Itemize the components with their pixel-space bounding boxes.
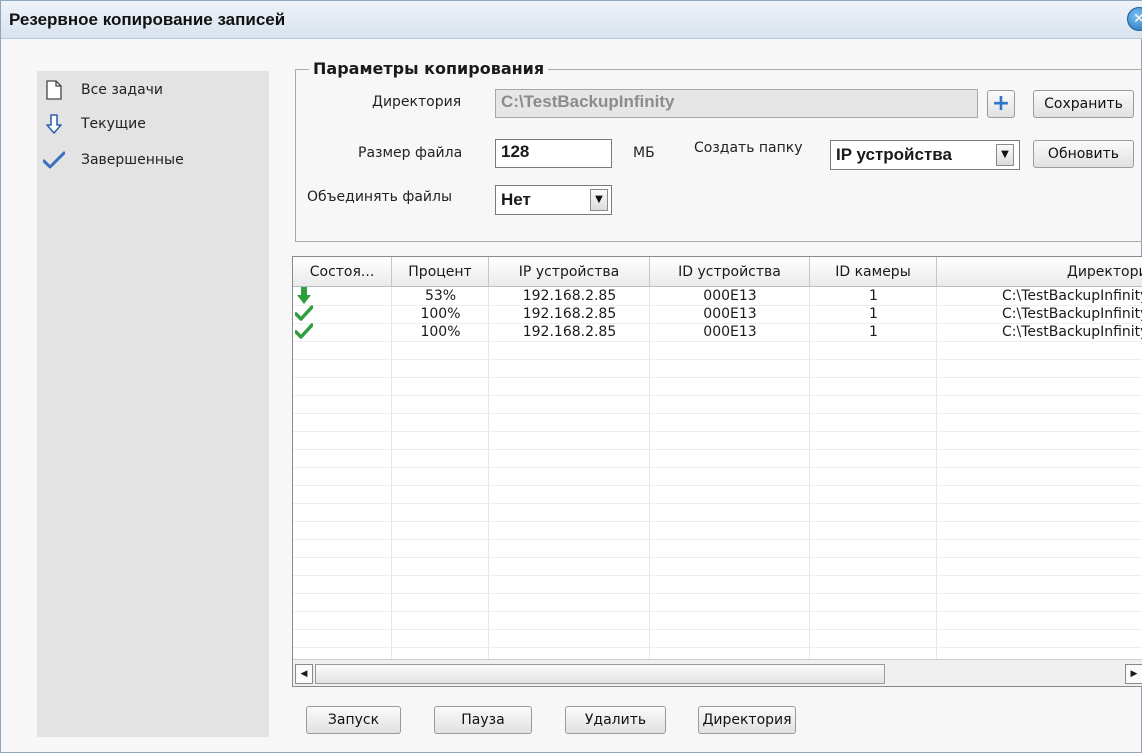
- arrow-down-icon: [43, 113, 65, 135]
- pause-button[interactable]: Пауза: [434, 706, 532, 734]
- title-bar: Резервное копирование записей ✕: [1, 1, 1142, 39]
- cell-ip: 192.168.2.85: [522, 324, 617, 340]
- cell-directory: C:\TestBackupInfinity: [1002, 306, 1142, 322]
- sidebar-item-label: Завершенные: [81, 152, 184, 168]
- row-divider: [293, 611, 1142, 612]
- sidebar-item-all-tasks[interactable]: Все задачи: [46, 79, 164, 101]
- status-done-icon: [293, 305, 315, 323]
- row-divider: [293, 467, 1142, 468]
- column-divider: [488, 287, 489, 659]
- cell-camera-id: 1: [869, 288, 878, 304]
- add-directory-button[interactable]: +: [987, 90, 1015, 118]
- row-divider: [293, 413, 1142, 414]
- cell-camera-id: 1: [869, 324, 878, 340]
- scroll-right-icon[interactable]: ▶: [1125, 664, 1142, 684]
- column-divider: [809, 287, 810, 659]
- row-divider: [293, 395, 1142, 396]
- group-border-left: [295, 69, 296, 241]
- directory-label: Директория: [372, 94, 462, 110]
- chevron-down-icon[interactable]: ▼: [996, 144, 1014, 166]
- sidebar-item-completed[interactable]: Завершенные: [43, 149, 184, 171]
- chevron-down-icon[interactable]: ▼: [590, 189, 608, 211]
- cell-ip: 192.168.2.85: [522, 288, 617, 304]
- column-header-ip[interactable]: IP устройства: [489, 257, 650, 287]
- column-header-percent[interactable]: Процент: [392, 257, 489, 287]
- task-filter-sidebar: Все задачи Текущие Завершенные: [37, 71, 269, 737]
- cell-device-id: 000E13: [703, 324, 757, 340]
- create-folder-label: Создать папку: [694, 140, 803, 156]
- column-header-status[interactable]: Состоя...: [293, 257, 392, 287]
- group-border-bottom: [295, 241, 1142, 242]
- close-button[interactable]: ✕: [1127, 7, 1142, 31]
- horizontal-scrollbar[interactable]: ◀ ▶: [293, 659, 1142, 686]
- row-divider: [293, 575, 1142, 576]
- backup-tasks-table[interactable]: Состоя... Процент IP устройства ID устро…: [292, 256, 1142, 687]
- sidebar-item-label: Все задачи: [81, 82, 164, 98]
- scrollbar-thumb[interactable]: [315, 664, 885, 684]
- cell-device-id: 000E13: [703, 306, 757, 322]
- row-divider: [293, 485, 1142, 486]
- column-divider: [936, 287, 937, 659]
- file-size-field[interactable]: 128: [495, 139, 612, 168]
- start-button[interactable]: Запуск: [306, 706, 401, 734]
- row-divider: [293, 377, 1142, 378]
- status-downloading-icon: [293, 287, 315, 305]
- scroll-left-icon[interactable]: ◀: [295, 664, 313, 684]
- row-divider: [293, 521, 1142, 522]
- window-title: Резервное копирование записей: [9, 10, 286, 29]
- sidebar-item-current[interactable]: Текущие: [46, 113, 146, 135]
- row-divider: [293, 503, 1142, 504]
- backup-window: Резервное копирование записей ✕ Все зада…: [0, 0, 1142, 753]
- row-divider: [293, 629, 1142, 630]
- row-divider: [293, 557, 1142, 558]
- file-size-label: Размер файла: [358, 145, 463, 161]
- file-size-unit: МБ: [633, 145, 655, 161]
- create-folder-select[interactable]: IP устройства: [830, 140, 1020, 170]
- column-header-camera-id[interactable]: ID камеры: [810, 257, 937, 287]
- cell-camera-id: 1: [869, 306, 878, 322]
- cell-percent: 53%: [424, 288, 457, 304]
- delete-button[interactable]: Удалить: [565, 706, 666, 734]
- sidebar-item-label: Текущие: [81, 116, 146, 132]
- status-done-icon: [293, 323, 315, 341]
- row-divider: [293, 647, 1142, 648]
- directory-field[interactable]: C:\TestBackupInfinity: [495, 89, 978, 118]
- column-header-directory[interactable]: Директория: [937, 257, 1142, 287]
- cell-percent: 100%: [420, 324, 461, 340]
- column-header-device-id[interactable]: ID устройства: [650, 257, 810, 287]
- row-divider: [293, 359, 1142, 360]
- cell-percent: 100%: [420, 306, 461, 322]
- cell-device-id: 000E13: [703, 288, 757, 304]
- row-divider: [293, 449, 1142, 450]
- row-divider: [293, 539, 1142, 540]
- save-button[interactable]: Сохранить: [1033, 90, 1134, 118]
- cell-directory: C:\TestBackupInfinity: [1002, 288, 1142, 304]
- copy-params-title: Параметры копирования: [309, 59, 549, 78]
- directory-button[interactable]: Директория: [698, 706, 796, 734]
- row-divider: [293, 431, 1142, 432]
- column-divider: [391, 287, 392, 659]
- refresh-button[interactable]: Обновить: [1033, 140, 1134, 168]
- cell-directory: C:\TestBackupInfinity: [1002, 324, 1142, 340]
- close-icon: ✕: [1133, 11, 1142, 27]
- merge-files-label: Объединять файлы: [307, 189, 453, 205]
- checkmark-icon: [43, 149, 65, 171]
- row-divider: [293, 341, 1142, 342]
- row-divider: [293, 593, 1142, 594]
- column-divider: [649, 287, 650, 659]
- document-icon: [43, 79, 65, 101]
- cell-ip: 192.168.2.85: [522, 306, 617, 322]
